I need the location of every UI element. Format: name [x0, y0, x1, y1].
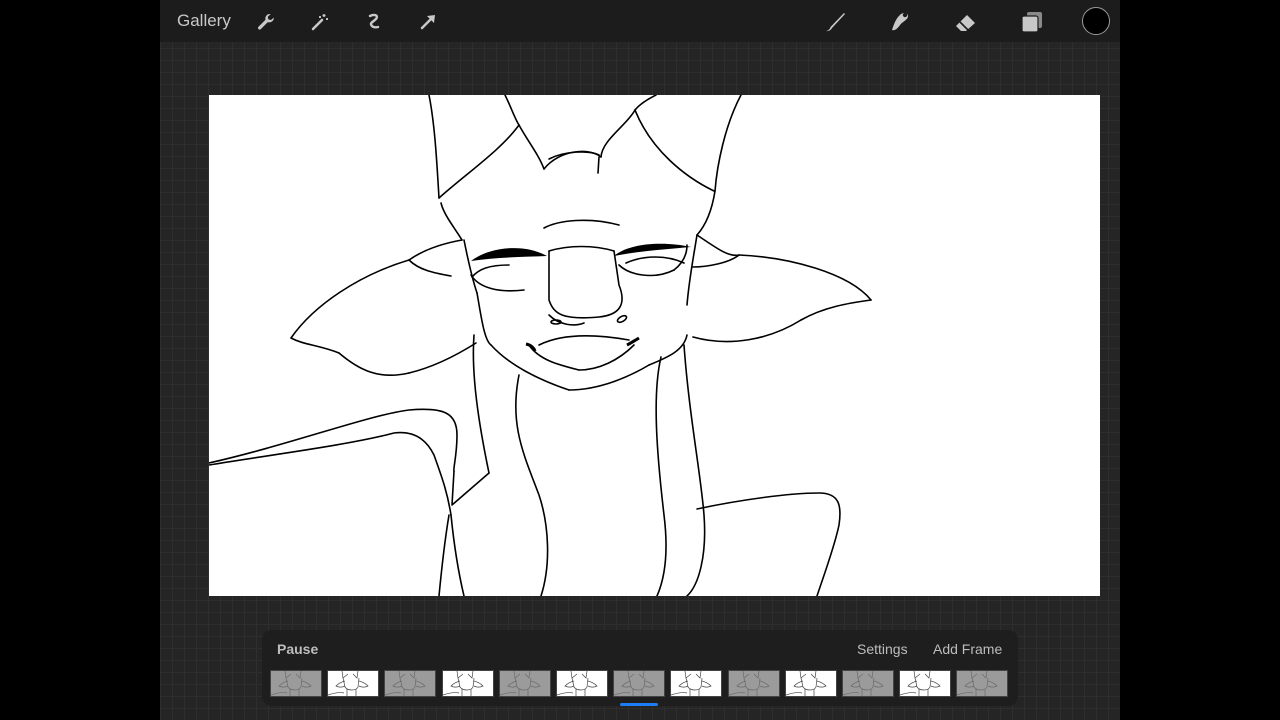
wrench-icon[interactable] — [253, 9, 279, 35]
color-swatch-button[interactable] — [1082, 7, 1110, 35]
smudge-icon[interactable] — [887, 9, 913, 35]
frame-thumbnail[interactable] — [327, 670, 380, 697]
brush-icon[interactable] — [822, 9, 848, 35]
gallery-button[interactable]: Gallery — [177, 11, 231, 31]
top-toolbar: Gallery — [160, 0, 1120, 42]
lineart-drawing — [209, 95, 872, 596]
pause-button[interactable]: Pause — [277, 641, 318, 657]
layers-icon[interactable] — [1019, 9, 1045, 35]
transform-arrow-icon[interactable] — [415, 9, 441, 35]
frame-thumbnail[interactable] — [556, 670, 608, 697]
frame-thumbnail[interactable] — [956, 670, 1009, 697]
frame-thumbnail[interactable] — [441, 670, 494, 697]
magic-wand-icon[interactable] — [307, 9, 333, 35]
frame-thumbnail[interactable] — [784, 670, 837, 697]
frame-thumbnail[interactable] — [842, 670, 894, 697]
selection-icon[interactable] — [361, 9, 387, 35]
frame-thumbnail[interactable] — [727, 670, 780, 697]
drawing-canvas[interactable] — [209, 95, 1100, 596]
add-frame-button[interactable]: Add Frame — [933, 641, 1002, 657]
frame-thumbnail[interactable] — [613, 670, 666, 697]
frame-thumbnail[interactable] — [899, 670, 952, 697]
frame-thumbnail[interactable] — [670, 670, 723, 697]
frame-thumbnail[interactable] — [270, 670, 322, 697]
frame-thumbnail[interactable] — [498, 670, 551, 697]
procreate-app: Gallery Pause Settings Add Frame — [160, 0, 1120, 720]
settings-button[interactable]: Settings — [857, 641, 908, 657]
current-frame-indicator — [620, 703, 658, 706]
frame-thumbnail[interactable] — [384, 670, 437, 697]
animation-assist-panel: Pause Settings Add Frame — [262, 630, 1018, 706]
eraser-icon[interactable] — [953, 9, 979, 35]
